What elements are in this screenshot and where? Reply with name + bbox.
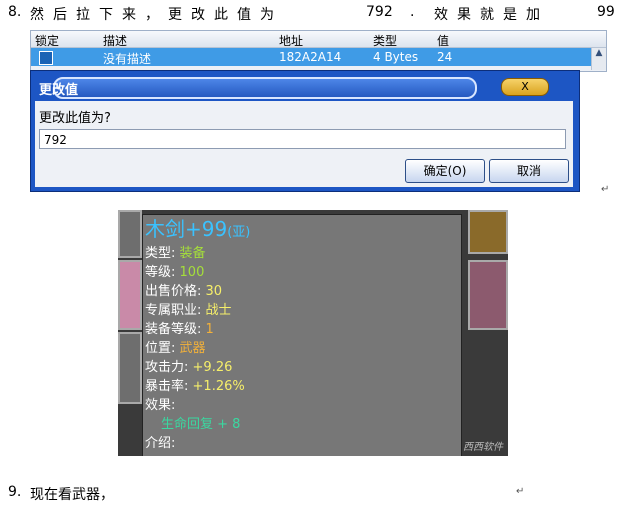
step-9-line: 9. 现在看武器， [0, 482, 619, 504]
item-attack: 攻击力: +9.26 [145, 360, 233, 375]
table-row[interactable]: 没有描述 182A2A14 4 Bytes 24 [31, 48, 591, 66]
scroll-up-arrow-icon[interactable]: ▲ [591, 48, 606, 70]
item-slot [118, 210, 142, 258]
step-text: 现在看武器， [30, 487, 114, 503]
header-lock[interactable]: 锁定 [35, 32, 59, 49]
header-address[interactable]: 地址 [279, 32, 303, 49]
header-type[interactable]: 类型 [373, 32, 397, 49]
item-tooltip: 木剑+99(亚) 类型: 装备 等级: 100 出售价格: 30 专属职业: 战… [142, 214, 462, 456]
item-position: 位置: 武器 [145, 341, 206, 356]
step-text-b: 效果就是加 [434, 7, 549, 23]
item-slot [118, 260, 142, 330]
item-name: 木剑+99(亚) [145, 217, 251, 241]
item-effect: 生命回复 + 8 [161, 417, 241, 432]
item-effect-label: 效果: [145, 398, 176, 413]
change-value-dialog: 更改值 X 更改此值为? 792 确定(O) 取消 [30, 70, 580, 192]
dialog-title: 更改值 [39, 83, 79, 98]
ok-button[interactable]: 确定(O) [405, 159, 485, 183]
lock-checkbox[interactable] [39, 51, 53, 65]
item-class: 专属职业: 战士 [145, 303, 232, 318]
item-level: 等级: 100 [145, 265, 205, 280]
step-text: 然后拉下来，更改此值为 [30, 7, 283, 23]
cancel-button[interactable]: 取消 [489, 159, 569, 183]
dialog-titlebar: 更改值 X [33, 75, 573, 99]
step-value-2: 99 [597, 4, 615, 20]
row-address: 182A2A14 [279, 50, 342, 64]
table-header: 锁定 描述 地址 类型 值 [31, 31, 606, 48]
dialog-body: 更改此值为? 792 确定(O) 取消 [35, 101, 573, 187]
paragraph-mark: ↵ [601, 184, 610, 195]
row-desc: 没有描述 [103, 52, 152, 66]
titlebar-pill [53, 77, 477, 99]
header-value[interactable]: 值 [437, 32, 449, 49]
paragraph-mark: ↵ [516, 486, 525, 497]
item-intro: 介绍: [145, 436, 176, 451]
dialog-prompt: 更改此值为? [39, 111, 111, 126]
watermark: 西西软件园 [463, 442, 503, 453]
item-crit: 暴击率: +1.26% [145, 379, 245, 394]
item-type: 类型: 装备 [145, 246, 206, 261]
item-slot [118, 332, 142, 404]
step-8-line: 8. 然后拉下来，更改此值为 792 . 效果就是加 99 [0, 0, 619, 28]
item-slot [468, 260, 508, 330]
step-number: 8. [8, 4, 22, 20]
item-price: 出售价格: 30 [145, 284, 223, 299]
value-input[interactable]: 792 [39, 129, 566, 149]
header-desc[interactable]: 描述 [103, 32, 127, 49]
item-slot [468, 210, 508, 254]
step-value: 792 [366, 4, 393, 20]
close-button[interactable]: X [501, 78, 549, 96]
address-table: 锁定 描述 地址 类型 值 没有描述 182A2A14 4 Bytes 24 ▲ [30, 30, 607, 72]
game-screenshot: 木剑+99(亚) 类型: 装备 等级: 100 出售价格: 30 专属职业: 战… [118, 210, 508, 456]
row-type: 4 Bytes [373, 50, 419, 64]
step-number: 9. [8, 484, 22, 500]
item-equip-level: 装备等级: 1 [145, 322, 214, 337]
row-value: 24 [437, 50, 453, 64]
step-dot: . [410, 4, 415, 20]
